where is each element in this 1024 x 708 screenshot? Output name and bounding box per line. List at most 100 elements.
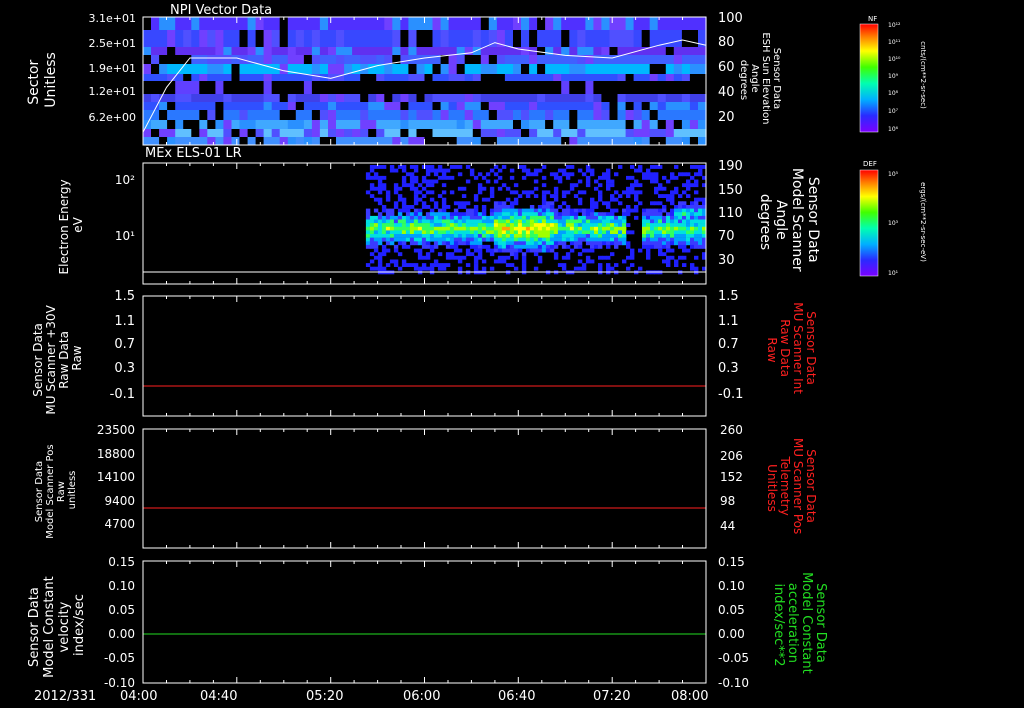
heatmap-cell [565, 165, 571, 169]
heatmap-cell [287, 17, 297, 30]
heatmap-cell [646, 248, 651, 253]
heatmap-cell [593, 47, 602, 55]
heatmap-cell [421, 186, 427, 191]
heatmap-cell [457, 201, 463, 206]
heatmap-cell [665, 64, 675, 74]
spectrogram-npi [143, 17, 707, 145]
heatmap-cell [694, 201, 699, 206]
heatmap-cell [533, 230, 539, 235]
heatmap-cell [638, 266, 643, 271]
heatmap-cell [686, 237, 691, 242]
heatmap-cell [625, 30, 635, 47]
heatmap-cell [328, 30, 337, 47]
heatmap-cell [521, 263, 527, 267]
heatmap-cell [565, 212, 571, 217]
heatmap-cell [437, 230, 443, 235]
heatmap-cell [481, 208, 487, 213]
heatmap-cell [626, 223, 631, 227]
heatmap-cell [485, 172, 491, 177]
heatmap-cell [622, 215, 627, 220]
heatmap-cell [594, 244, 599, 249]
heatmap-cell [581, 215, 587, 220]
heatmap-cell [417, 190, 423, 195]
heatmap-cell [581, 234, 587, 238]
heatmap-cell [175, 120, 184, 129]
heatmap-cell [416, 102, 426, 110]
heatmap-cell [617, 81, 627, 94]
heatmap-cell [594, 201, 599, 206]
heatmap-cell [493, 230, 499, 235]
heatmap-cell [504, 47, 514, 55]
heatmap-cell [457, 215, 463, 220]
heatmap-cell [577, 81, 586, 94]
heatmap-cell [594, 241, 599, 246]
heatmap-cell [223, 47, 232, 55]
heatmap-cell [569, 102, 578, 110]
heatmap-cell [389, 241, 395, 246]
heatmap-cell [368, 94, 377, 102]
heatmap-cell [698, 55, 707, 64]
heatmap-cell [606, 212, 611, 217]
y2-tick-label: 1.5 [718, 289, 739, 304]
heatmap-cell [408, 129, 417, 137]
heatmap-cell [279, 120, 289, 129]
heatmap-cell [489, 234, 495, 238]
heatmap-cell [352, 74, 361, 81]
heatmap-cell [657, 129, 667, 137]
heatmap-cell [505, 223, 511, 227]
heatmap-cell [601, 102, 610, 110]
heatmap-cell [311, 137, 321, 145]
heatmap-cell [405, 219, 411, 224]
heatmap-cell [393, 223, 399, 227]
heatmap-cell [606, 175, 611, 180]
heatmap-cell [441, 266, 447, 271]
heatmap-cell [417, 266, 423, 271]
heatmap-cell [649, 102, 659, 110]
heatmap-cell [553, 64, 562, 74]
heatmap-cell [385, 219, 391, 224]
heatmap-cell [549, 194, 555, 198]
heatmap-cell [175, 55, 184, 64]
heatmap-cell [513, 234, 519, 238]
heatmap-cell [311, 74, 321, 81]
heatmap-cell [682, 226, 687, 231]
heatmap-cell [143, 81, 152, 94]
heatmap-cell [662, 234, 667, 238]
heatmap-cell [593, 74, 602, 81]
heatmap-cell [464, 129, 474, 137]
heatmap-cell [433, 230, 439, 235]
heatmap-cell [577, 241, 583, 246]
heatmap-cell [625, 137, 635, 145]
heatmap-cell [606, 172, 611, 177]
heatmap-cell [369, 175, 375, 180]
heatmap-cell [344, 55, 353, 64]
heatmap-cell [473, 205, 479, 209]
heatmap-cell [413, 219, 419, 224]
heatmap-cell [665, 17, 675, 30]
heatmap-cell [590, 241, 595, 246]
heatmap-cell [384, 64, 393, 74]
heatmap-cell [609, 81, 619, 94]
heatmap-cell [215, 102, 224, 110]
heatmap-cell [565, 172, 571, 177]
heatmap-cell [598, 241, 603, 246]
heatmap-cell [686, 183, 691, 188]
heatmap-cell [425, 205, 431, 209]
heatmap-cell [381, 234, 387, 238]
heatmap-cell [622, 259, 627, 264]
heatmap-cell [477, 172, 483, 177]
heatmap-cell [377, 190, 383, 195]
heatmap-cell [662, 186, 667, 191]
heatmap-cell [521, 64, 530, 74]
y2-tick-label: -0.05 [718, 651, 749, 665]
heatmap-cell [633, 30, 643, 47]
heatmap-cell [449, 252, 455, 257]
colorbar-tick: 10⁶ [888, 126, 899, 133]
heatmap-cell [493, 259, 499, 264]
heatmap-cell [630, 230, 635, 235]
heatmap-cell [650, 219, 655, 224]
heatmap-cell [549, 201, 555, 206]
heatmap-cell [501, 183, 507, 188]
heatmap-cell [488, 120, 498, 129]
heatmap-cell [425, 237, 431, 242]
